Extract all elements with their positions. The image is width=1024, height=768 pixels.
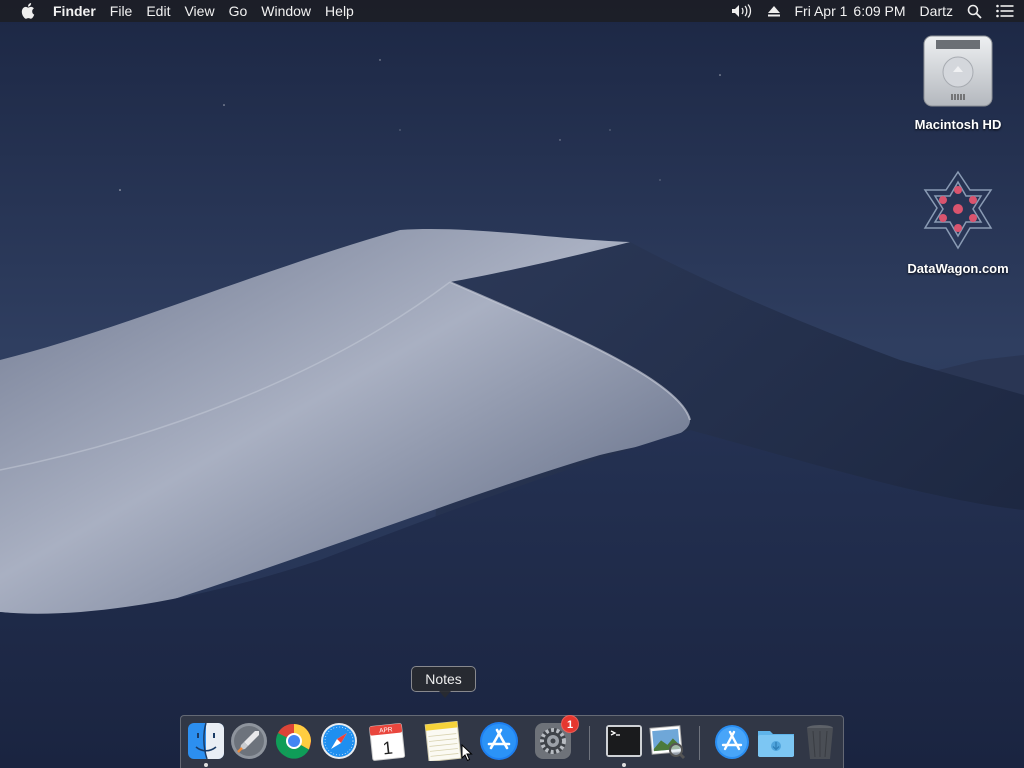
tooltip-arrow	[439, 691, 451, 698]
preview-icon	[649, 725, 686, 760]
terminal-icon	[606, 725, 642, 757]
running-indicator	[204, 763, 208, 767]
dock-item-downloads[interactable]	[756, 721, 796, 761]
menu-edit[interactable]: Edit	[139, 0, 177, 22]
mouse-cursor	[461, 744, 473, 762]
dock-item-terminal[interactable]	[604, 721, 644, 761]
date-label[interactable]: Fri Apr 1	[795, 0, 848, 22]
applications-folder-icon	[715, 725, 749, 759]
safari-icon	[321, 723, 357, 759]
dock: APR 1 1	[180, 715, 844, 768]
network-volume-icon	[923, 170, 993, 250]
notes-icon	[424, 721, 462, 761]
dock-item-trash[interactable]	[800, 721, 840, 761]
menu-help[interactable]: Help	[318, 0, 361, 22]
menu-window[interactable]: Window	[254, 0, 318, 22]
time-label[interactable]: 6:09 PM	[853, 0, 905, 22]
menu-go[interactable]: Go	[222, 0, 255, 22]
user-name[interactable]: Dartz	[920, 0, 953, 22]
app-store-icon	[480, 722, 518, 760]
eject-icon[interactable]	[767, 5, 781, 17]
notification-center-icon[interactable]	[996, 4, 1014, 18]
apple-icon[interactable]	[18, 0, 38, 22]
desktop-icon-label: DataWagon.com	[907, 261, 1009, 276]
calendar-month: APR	[379, 726, 393, 734]
menu-file[interactable]: File	[103, 0, 140, 22]
dock-item-preview[interactable]	[647, 721, 687, 761]
dock-item-applications[interactable]	[712, 721, 752, 761]
dock-item-system-preferences[interactable]: 1	[533, 715, 579, 761]
chrome-icon	[275, 723, 311, 759]
dock-item-calendar[interactable]: APR 1	[367, 721, 407, 761]
dock-item-finder[interactable]	[186, 721, 226, 761]
calendar-day: 1	[382, 737, 394, 758]
downloads-folder-icon	[758, 731, 794, 757]
menu-bar: Finder File Edit View Go Window Help Fri…	[0, 0, 1024, 22]
desktop-icon-label: Macintosh HD	[914, 117, 1002, 132]
launchpad-icon	[231, 723, 267, 759]
desktop-icon-macintosh-hd[interactable]: Macintosh HD	[903, 32, 1013, 132]
dock-item-notes[interactable]	[423, 721, 463, 761]
menu-bar-extras: Fri Apr 1 6:09 PM Dartz	[717, 0, 1015, 22]
trash-icon	[807, 725, 833, 759]
tooltip-text: Notes	[425, 671, 462, 687]
desktop-wallpaper	[0, 0, 1024, 768]
dock-item-safari[interactable]	[319, 721, 359, 761]
dock-item-app-store[interactable]	[479, 721, 519, 761]
dock-separator	[589, 726, 590, 760]
finder-icon	[188, 722, 224, 760]
notification-badge: 1	[561, 715, 579, 733]
menu-app-finder[interactable]: Finder	[46, 0, 103, 22]
volume-icon[interactable]	[731, 4, 753, 18]
calendar-icon: APR 1	[369, 723, 406, 761]
hard-drive-icon	[923, 35, 993, 107]
dock-item-chrome[interactable]	[274, 721, 314, 761]
menu-view[interactable]: View	[177, 0, 221, 22]
dock-separator	[699, 726, 700, 760]
dock-tooltip: Notes	[411, 666, 476, 698]
desktop-icon-datawagon[interactable]: DataWagon.com	[903, 168, 1013, 276]
spotlight-search-icon[interactable]	[967, 4, 982, 19]
dock-item-launchpad[interactable]	[229, 721, 269, 761]
running-indicator	[622, 763, 626, 767]
